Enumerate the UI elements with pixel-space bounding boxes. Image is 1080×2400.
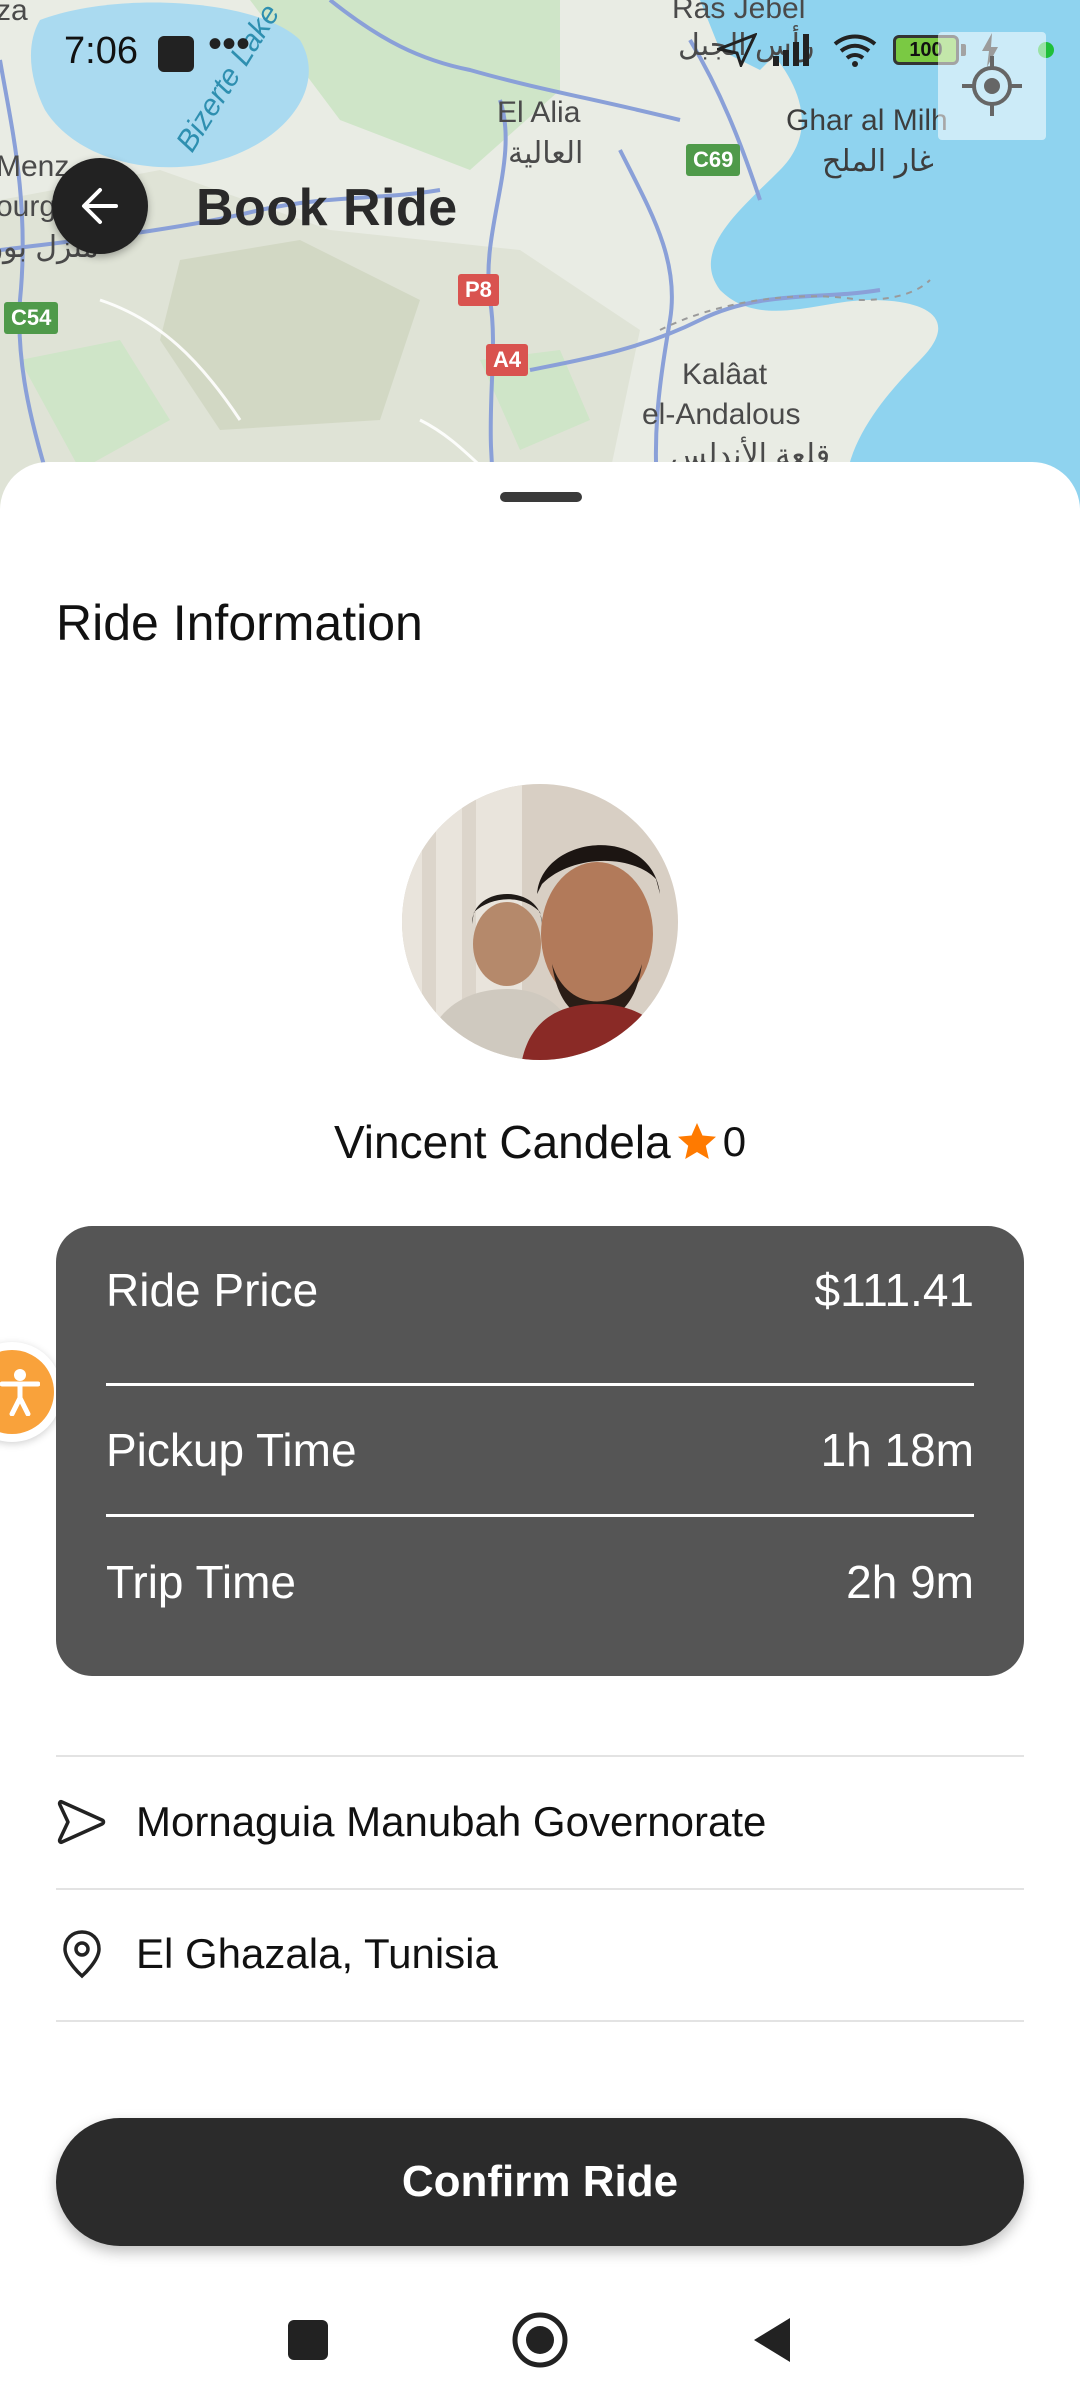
star-icon [677,1123,716,1159]
driver-photo [402,784,678,1060]
road-badge-c54: C54 [4,302,59,334]
location-arrow-icon [717,33,757,67]
confirm-ride-button[interactable]: Confirm Ride [56,2118,1024,2246]
driver-rating: 0 [722,1118,747,1165]
ride-info-sheet: Ride Information Vincent Candela 0 Ride … [0,462,1080,2400]
status-time: 7:06 [64,30,138,72]
signal-icon [773,34,809,66]
trip-time-value: 2h 9m [846,1556,974,1608]
crosshair-icon [962,56,1022,116]
arrow-left-icon [82,188,118,224]
more-notifications-icon: ••• [208,22,251,66]
pickup-time-row: Pickup Time 1h 18m [106,1386,974,1514]
location-divider [56,2020,1024,2022]
accessibility-button[interactable] [0,1342,62,1442]
ride-price-label: Ride Price [106,1264,319,1316]
app-notification-icon [158,36,194,72]
trip-time-label: Trip Time [106,1556,296,1608]
pickup-location-row[interactable]: Mornaguia Manubah Governorate [56,1758,1024,1886]
page-title: Book Ride [196,179,458,237]
pickup-location-text: Mornaguia Manubah Governorate [136,1798,767,1845]
person-icon [0,1369,40,1416]
ride-price-value: $111.41 [814,1264,974,1316]
drag-handle[interactable] [500,492,582,502]
back-button[interactable] [52,158,148,254]
map-label-el-andalous: el-Andalous [642,398,801,431]
card-divider [106,1514,974,1517]
recents-button[interactable] [278,2310,338,2370]
home-button[interactable] [510,2310,570,2370]
square-icon [288,2320,328,2360]
ride-details-card: Ride Price $111.41 Pickup Time 1h 18m Tr… [56,1226,1024,1676]
wifi-icon [833,34,877,67]
map-pin-icon [56,1928,108,1980]
section-title: Ride Information [56,595,423,651]
driver-info: Vincent Candela 0 [0,1115,1080,1169]
my-location-button[interactable] [938,32,1046,140]
road-badge-a4: A4 [486,344,529,376]
map-label-ghar-al-milh-ar: غار الملح [822,145,934,178]
road-badge-p8: P8 [458,274,499,306]
ride-price-row: Ride Price $111.41 [106,1226,974,1354]
map-label-bourg: ourg [0,190,57,223]
navigation-icon [56,1796,108,1848]
accessibility-icon [0,1350,54,1434]
status-bar: 7:06 ••• 100 [0,0,1080,110]
location-divider [56,1755,1024,1757]
system-nav-bar [0,2270,1080,2400]
back-nav-button[interactable] [742,2310,802,2370]
pickup-time-label: Pickup Time [106,1424,357,1476]
road-badge-c69: C69 [686,144,741,176]
pickup-time-value: 1h 18m [820,1424,974,1476]
map-label-kalaat: Kalâat [682,358,768,391]
trip-time-row: Trip Time 2h 9m [106,1518,974,1646]
destination-location-text: El Ghazala, Tunisia [136,1930,498,1977]
driver-name: Vincent Candela [333,1116,671,1168]
triangle-left-icon [754,2318,790,2362]
circle-icon [512,2312,568,2368]
destination-location-row[interactable]: El Ghazala, Tunisia [56,1890,1024,2018]
map-label-el-alia-ar: العالية [508,137,584,170]
driver-avatar [402,784,678,1060]
